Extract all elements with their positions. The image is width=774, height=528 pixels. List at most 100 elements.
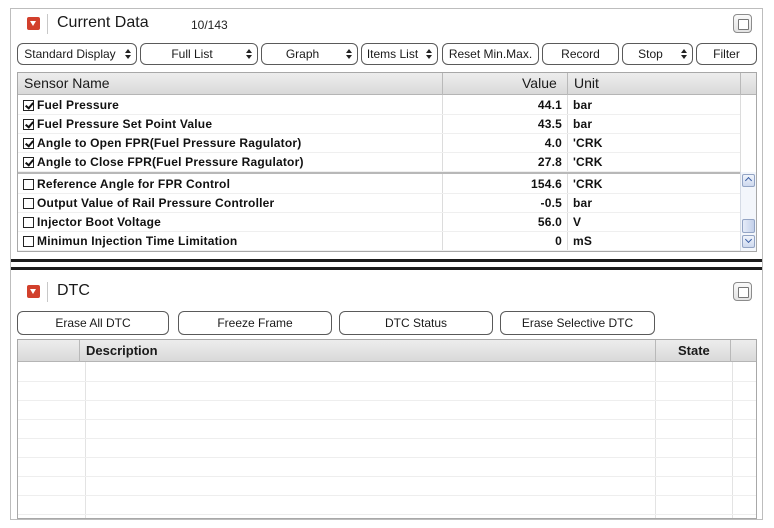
sensor-checkbox[interactable] — [23, 198, 34, 209]
column-divider — [740, 73, 741, 95]
current-data-header: Current Data 10/143 — [11, 9, 762, 39]
sensor-value: 43.5 — [537, 117, 562, 131]
sensor-name: Angle to Open FPR(Fuel Pressure Ragulato… — [37, 136, 302, 150]
item-count: 10/143 — [191, 18, 228, 32]
pane-splitter[interactable] — [11, 259, 762, 262]
scroll-up-icon[interactable] — [742, 174, 755, 187]
grid-line — [18, 495, 756, 496]
sensor-row[interactable]: Injector Boot Voltage 56.0 V — [18, 213, 740, 232]
column-divider — [655, 340, 656, 362]
grid-line — [18, 476, 756, 477]
sensor-checkbox[interactable] — [23, 179, 34, 190]
sensor-scrollbar[interactable] — [740, 172, 756, 251]
freeze-frame-label: Freeze Frame — [217, 316, 293, 330]
dtc-status-button[interactable]: DTC Status — [339, 311, 493, 335]
grid-line — [18, 457, 756, 458]
sensor-unit: 'CRK — [573, 136, 603, 150]
column-header-sensor-name[interactable]: Sensor Name — [24, 73, 110, 95]
current-data-title: Current Data — [57, 14, 149, 31]
column-header-value[interactable]: Value — [522, 73, 557, 95]
sensor-checkbox[interactable] — [23, 119, 34, 130]
scrollbar-thumb[interactable] — [742, 219, 755, 233]
dtc-table-header: Description State — [18, 340, 756, 362]
spinner-icon — [426, 49, 433, 59]
sensor-value: 27.8 — [537, 155, 562, 169]
header-divider — [47, 282, 48, 302]
dtc-header: DTC — [11, 277, 762, 307]
sensor-unit: mS — [573, 234, 593, 248]
column-divider — [740, 95, 741, 172]
sensor-row[interactable]: Minimun Injection Time Limitation 0 mS — [18, 232, 740, 251]
graph-select[interactable]: Graph — [261, 43, 358, 65]
erase-selective-dtc-label: Erase Selective DTC — [521, 316, 634, 330]
sensor-row[interactable]: Fuel Pressure 44.1 bar — [18, 96, 740, 115]
spinner-icon — [246, 49, 253, 59]
sensor-value: 154.6 — [530, 177, 562, 191]
dtc-status-label: DTC Status — [384, 316, 447, 330]
items-list-label: Items List — [366, 47, 419, 61]
grid-line — [18, 400, 756, 401]
grid-line — [18, 514, 756, 515]
erase-all-dtc-button[interactable]: Erase All DTC — [17, 311, 169, 335]
sensor-unit: bar — [573, 117, 593, 131]
items-list-select[interactable]: Items List — [361, 43, 438, 65]
sensor-name: Reference Angle for FPR Control — [37, 177, 231, 191]
sensor-unit: 'CRK — [573, 155, 603, 169]
record-button[interactable]: Record — [542, 43, 619, 65]
stop-select[interactable]: Stop — [622, 43, 693, 65]
sensor-unit: bar — [573, 196, 593, 210]
sensor-checkbox[interactable] — [23, 217, 34, 228]
filter-button[interactable]: Filter — [696, 43, 757, 65]
full-list-select[interactable]: Full List — [140, 43, 258, 65]
pane-splitter[interactable] — [11, 267, 762, 270]
sensor-value: -0.5 — [540, 196, 562, 210]
column-divider — [567, 73, 568, 95]
sensor-value: 0 — [555, 234, 562, 248]
stop-label: Stop — [638, 47, 663, 61]
sensor-table-header: Sensor Name Value Unit — [18, 73, 756, 95]
standard-display-select[interactable]: Standard Display — [17, 43, 137, 65]
collapse-current-data-icon[interactable] — [27, 17, 40, 30]
sensor-name: Output Value of Rail Pressure Controller — [37, 196, 275, 210]
erase-selective-dtc-button[interactable]: Erase Selective DTC — [500, 311, 655, 335]
sensor-name: Angle to Close FPR(Fuel Pressure Ragulat… — [37, 155, 304, 169]
reset-min-max-label: Reset Min.Max. — [448, 47, 533, 61]
freeze-frame-button[interactable]: Freeze Frame — [178, 311, 332, 335]
collapse-dtc-icon[interactable] — [27, 285, 40, 298]
dtc-title: DTC — [57, 282, 90, 299]
sensor-value: 4.0 — [544, 136, 562, 150]
diagnostic-panel: Current Data 10/143 Standard Display Ful… — [10, 8, 763, 520]
pinned-rows-divider — [18, 172, 756, 174]
dtc-table: Description State — [17, 339, 757, 519]
sensor-checkbox[interactable] — [23, 138, 34, 149]
scroll-down-icon[interactable] — [742, 235, 755, 248]
maximize-dtc-icon[interactable] — [733, 282, 752, 301]
reset-min-max-button[interactable]: Reset Min.Max. — [442, 43, 539, 65]
sensor-table: Sensor Name Value Unit Fuel Pressure 44.… — [17, 72, 757, 252]
graph-label: Graph — [285, 47, 320, 61]
sensor-checkbox[interactable] — [23, 236, 34, 247]
grid-line — [18, 381, 756, 382]
header-divider — [47, 14, 48, 34]
filter-label: Filter — [713, 47, 740, 61]
sensor-value: 44.1 — [537, 98, 562, 112]
column-header-state[interactable]: State — [678, 340, 710, 362]
sensor-unit: bar — [573, 98, 593, 112]
sensor-checkbox[interactable] — [23, 100, 34, 111]
sensor-row[interactable]: Output Value of Rail Pressure Controller… — [18, 194, 740, 213]
sensor-row[interactable]: Reference Angle for FPR Control 154.6 'C… — [18, 175, 740, 194]
sensor-row[interactable]: Angle to Open FPR(Fuel Pressure Ragulato… — [18, 134, 740, 153]
sensor-row[interactable]: Angle to Close FPR(Fuel Pressure Ragulat… — [18, 153, 740, 172]
erase-all-dtc-label: Erase All DTC — [55, 316, 131, 330]
sensor-unit: 'CRK — [573, 177, 603, 191]
standard-display-label: Standard Display — [24, 47, 116, 61]
maximize-current-data-icon[interactable] — [733, 14, 752, 33]
sensor-name: Minimun Injection Time Limitation — [37, 234, 238, 248]
column-header-description[interactable]: Description — [86, 340, 158, 362]
sensor-checkbox[interactable] — [23, 157, 34, 168]
sensor-row[interactable]: Fuel Pressure Set Point Value 43.5 bar — [18, 115, 740, 134]
spinner-icon — [346, 49, 353, 59]
column-header-unit[interactable]: Unit — [574, 73, 599, 95]
sensor-value: 56.0 — [537, 215, 562, 229]
sensor-name: Fuel Pressure Set Point Value — [37, 117, 213, 131]
